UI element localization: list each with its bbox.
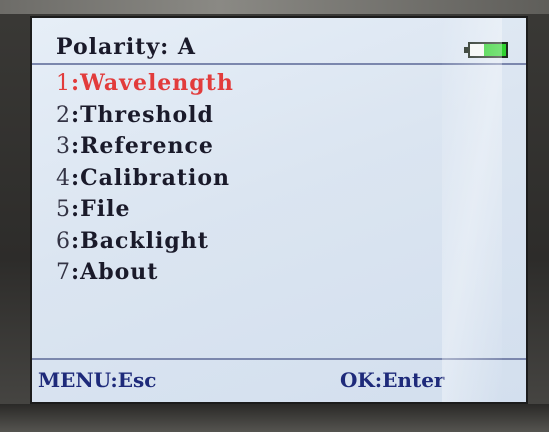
menu-item-file[interactable]: 5:File <box>56 194 234 226</box>
menu-item-number: 5 <box>56 197 71 222</box>
menu-item-label: :About <box>71 259 159 285</box>
ok-enter-softkey[interactable]: OK:Enter <box>340 368 444 392</box>
menu-item-number: 3 <box>56 134 71 159</box>
menu-item-label: :Calibration <box>71 164 231 191</box>
menu-item-label: :Backlight <box>71 227 209 254</box>
header-divider <box>32 63 526 65</box>
bezel-top <box>0 0 549 14</box>
footer-divider <box>32 358 526 360</box>
bezel-bottom <box>0 404 549 432</box>
lcd-screen: Polarity: A 1:Wavelength 2:Threshold 3:R… <box>30 16 528 404</box>
menu-item-label: :Reference <box>71 133 214 159</box>
screen-header: Polarity: A <box>32 18 526 62</box>
menu-item-label: :File <box>71 196 131 222</box>
menu-item-number: 4 <box>56 165 71 191</box>
menu-item-number: 7 <box>56 260 71 285</box>
menu-esc-softkey[interactable]: MENU:Esc <box>38 368 156 392</box>
main-menu: 1:Wavelength 2:Threshold 3:Reference 4:C… <box>56 68 234 289</box>
menu-item-label: :Threshold <box>71 101 214 128</box>
screen-glare <box>442 18 502 402</box>
menu-item-about[interactable]: 7:About <box>56 257 234 289</box>
device-body: Polarity: A 1:Wavelength 2:Threshold 3:R… <box>0 0 549 432</box>
polarity-title: Polarity: A <box>56 34 196 60</box>
menu-item-wavelength[interactable]: 1:Wavelength <box>56 68 234 100</box>
menu-item-threshold[interactable]: 2:Threshold <box>56 100 234 132</box>
menu-item-backlight[interactable]: 6:Backlight <box>56 226 234 258</box>
menu-item-number: 1 <box>56 71 71 96</box>
menu-item-reference[interactable]: 3:Reference <box>56 131 234 163</box>
battery-level-fill <box>484 44 506 56</box>
menu-item-label: :Wavelength <box>71 70 234 96</box>
menu-item-number: 6 <box>56 228 71 254</box>
menu-item-calibration[interactable]: 4:Calibration <box>56 163 234 195</box>
menu-item-number: 2 <box>56 102 71 128</box>
